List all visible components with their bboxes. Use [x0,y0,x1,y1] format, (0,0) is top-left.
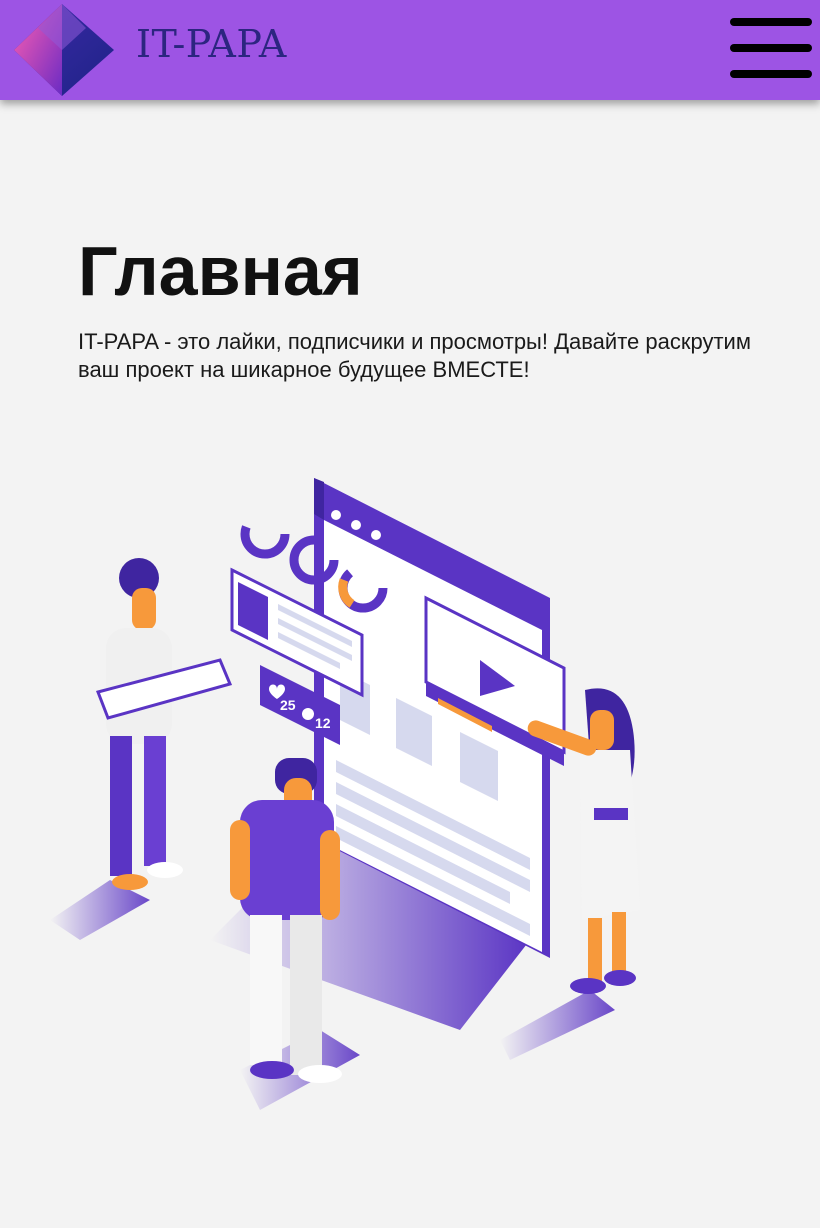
menu-bar-middle [730,44,812,52]
person-left-with-laptop [95,558,233,890]
menu-bar-top [730,18,812,26]
top-bar: IT-PAPA [0,0,820,100]
site-logo-link[interactable]: IT-PAPA [14,4,314,96]
hero-illustration: 25 12 [50,478,640,1110]
comment-bubble-icon [302,708,314,720]
gem-cube-logo-icon [14,4,114,96]
menu-bar-bottom [730,70,812,78]
person-shadow-right [500,990,615,1060]
comments-count: 12 [315,715,331,731]
page-title: Главная [78,232,363,310]
brand-name: IT-PAPA [136,22,287,66]
likes-count: 25 [280,697,296,713]
hamburger-menu-icon[interactable] [730,18,812,80]
hero-description: IT-PAPA - это лайки, подписчики и просмо… [78,329,751,382]
